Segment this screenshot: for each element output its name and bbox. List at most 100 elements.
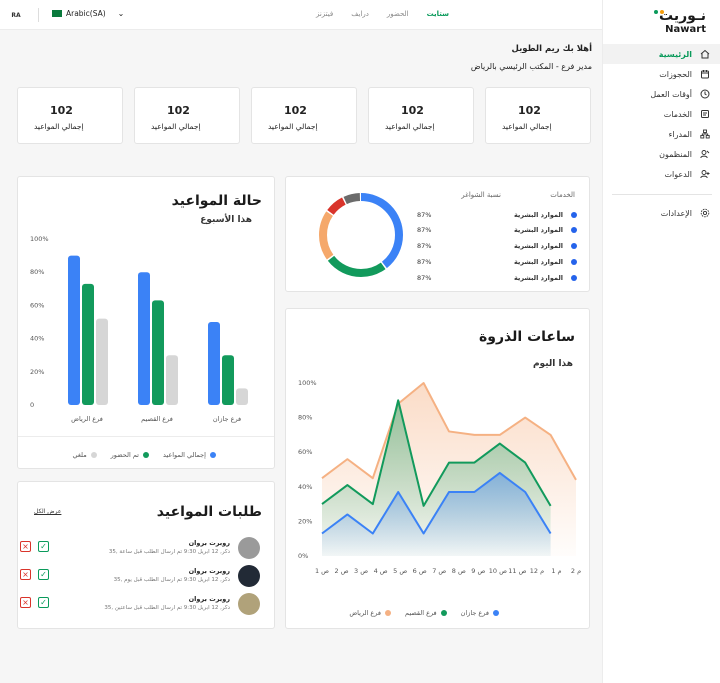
- x-tick-label: 8 ص: [452, 567, 466, 575]
- sidebar-item-settings[interactable]: الإعدادات: [603, 203, 720, 223]
- request-name: روبرت بروان: [188, 539, 230, 547]
- bar: [138, 272, 150, 405]
- services-donut-chart: [319, 193, 403, 277]
- y-tick-label: 60%: [298, 448, 312, 456]
- peak-hours-area-chart: 0% 20% 40% 60% 80% 100% 2 م 1 م 12 م 11 ص10 ص 9 ص 8…: [298, 379, 581, 575]
- topbar: RA Arabic(SA) ⌄ فيتزنز درايف الحضور ستاي…: [0, 0, 602, 30]
- language-selector[interactable]: Arabic(SA) ⌄: [52, 9, 124, 18]
- y-tick-label: 60%: [30, 301, 44, 309]
- sidebar-nav: الرئيسية الحجوزات أوقات العمل الخدمات ال…: [603, 44, 720, 184]
- peak-hours-card: ساعات الذروة هذا اليوم 0% 20% 40% 60% 80% 100…: [285, 308, 590, 629]
- services-header: الخدمات: [550, 191, 575, 199]
- card-divider: [18, 436, 274, 437]
- sidebar-item-label: الدعوات: [664, 169, 692, 179]
- sidebar-item-invitations[interactable]: الدعوات: [603, 164, 720, 184]
- legend-label: ملغي: [72, 451, 87, 459]
- appointments-title: حالة المواعيد: [171, 193, 262, 209]
- accept-button[interactable]: ✓: [38, 597, 49, 608]
- requests-title: طلبات المواعيد: [156, 504, 262, 520]
- logo-dot: [660, 10, 664, 14]
- bar: [222, 355, 234, 405]
- avatar: [238, 537, 260, 559]
- peak-title: ساعات الذروة: [479, 329, 575, 345]
- service-row: الموارد البشرية 87%: [417, 241, 577, 253]
- stat-label: إجمالي المواعيد: [34, 122, 84, 131]
- x-tick-label: 1 م: [551, 567, 561, 575]
- sidebar-item-home[interactable]: الرئيسية: [603, 44, 720, 64]
- peak-legend: فرع جازان فرع القصيم فرع الرياض: [349, 609, 499, 617]
- sidebar-item-label: أوقات العمل: [650, 89, 692, 99]
- y-tick-label: 0%: [298, 552, 308, 560]
- service-name: الموارد البشرية: [513, 274, 563, 282]
- stat-value: 102: [518, 104, 541, 117]
- sidebar-item-work-hours[interactable]: أوقات العمل: [603, 84, 720, 104]
- service-name: الموارد البشرية: [513, 211, 563, 219]
- y-tick-label: 40%: [298, 483, 312, 491]
- stat-label: إجمالي المواعيد: [385, 122, 435, 131]
- language-label: Arabic(SA): [66, 9, 106, 18]
- legend-item: فرع الرياض: [349, 609, 391, 617]
- y-tick-label: 100%: [30, 235, 49, 243]
- x-tick-label: 10 ص: [489, 567, 507, 575]
- sidebar-item-managers[interactable]: المدراء: [603, 124, 720, 144]
- appointments-bar-chart: 0 20% 40% 60% 80% 100% فرع الرياض فرع القصيم فرع…: [30, 235, 248, 423]
- y-tick-label: 40%: [30, 335, 44, 343]
- legend-label: فرع الرياض: [349, 609, 381, 617]
- accept-button[interactable]: ✓: [38, 569, 49, 580]
- bar: [96, 318, 108, 405]
- legend-swatch: [385, 610, 391, 616]
- stat-card: 102 إجمالي المواعيد: [485, 87, 591, 144]
- settings-icon: [700, 208, 710, 218]
- stat-card: 102 إجمالي المواعيد: [368, 87, 474, 144]
- bar: [236, 388, 248, 405]
- x-tick-label: 6 ص: [413, 567, 427, 575]
- service-bullet: [571, 212, 577, 218]
- service-name: الموارد البشرية: [513, 258, 563, 266]
- legend-item: إجمالي المواعيد: [163, 451, 216, 459]
- reject-button[interactable]: ×: [20, 597, 31, 608]
- tab-fitness[interactable]: فيتزنز: [316, 10, 333, 18]
- legend-swatch: [440, 610, 447, 616]
- request-name: روبرت بروان: [188, 595, 230, 603]
- reject-button[interactable]: ×: [20, 541, 31, 552]
- bar: [208, 322, 220, 405]
- bar: [152, 300, 164, 405]
- service-pct: 87%: [417, 258, 432, 266]
- tab-state[interactable]: ستايت: [427, 10, 449, 18]
- service-bullet: [571, 259, 577, 265]
- y-tick-label: 20%: [30, 368, 44, 376]
- managers-icon: [700, 129, 710, 139]
- user-avatar[interactable]: RA: [8, 8, 24, 22]
- x-tick-label: 1 ص: [315, 567, 329, 575]
- legend-item: تم الحضور: [111, 451, 149, 459]
- clock-icon: [700, 89, 710, 99]
- legend-label: فرع القصيم: [405, 609, 437, 617]
- stat-label: إجمالي المواعيد: [268, 122, 318, 131]
- tab-attendance[interactable]: الحضور: [387, 10, 409, 18]
- nawart-logo[interactable]: نـوريت Nawart: [648, 8, 706, 36]
- saudi-flag-icon: [52, 10, 62, 17]
- sidebar-item-services[interactable]: الخدمات: [603, 104, 720, 124]
- welcome-subtitle: مدير فرع - المكتب الرئيسي بالرياض: [470, 62, 592, 71]
- x-tick-label: 2 ص: [335, 567, 349, 575]
- sidebar-item-bookings[interactable]: الحجوزات: [603, 64, 720, 84]
- tab-drive[interactable]: درايف: [351, 10, 369, 18]
- services-card: الخدمات نسبة الشواغر الموارد البشرية 87% …: [285, 176, 590, 292]
- reject-button[interactable]: ×: [20, 569, 31, 580]
- service-bullet: [571, 227, 577, 233]
- stat-card: 102 إجمالي المواعيد: [134, 87, 240, 144]
- accept-button[interactable]: ✓: [38, 541, 49, 552]
- x-tick-label: 4 ص: [374, 567, 388, 575]
- welcome-title: أهلا بك ريم الطويل: [511, 44, 593, 54]
- appointments-legend: إجمالي المواعيد تم الحضور ملغي: [72, 451, 216, 459]
- sidebar-item-organizers[interactable]: المنظمون: [603, 144, 720, 164]
- sidebar-item-label: الإعدادات: [660, 208, 692, 218]
- y-tick-label: 0: [30, 401, 34, 409]
- bookings-icon: [700, 69, 710, 79]
- x-tick-label: 11 ص: [508, 567, 526, 575]
- x-tick-label: فرع الرياض: [71, 415, 103, 423]
- legend-label: فرع جازان: [460, 609, 489, 617]
- request-item: روبرت بروان 35, دكر, 12 ابريل 9:30 تم ار…: [20, 593, 260, 617]
- service-bullet: [571, 243, 577, 249]
- show-all-link[interactable]: عرض الكل: [34, 508, 61, 515]
